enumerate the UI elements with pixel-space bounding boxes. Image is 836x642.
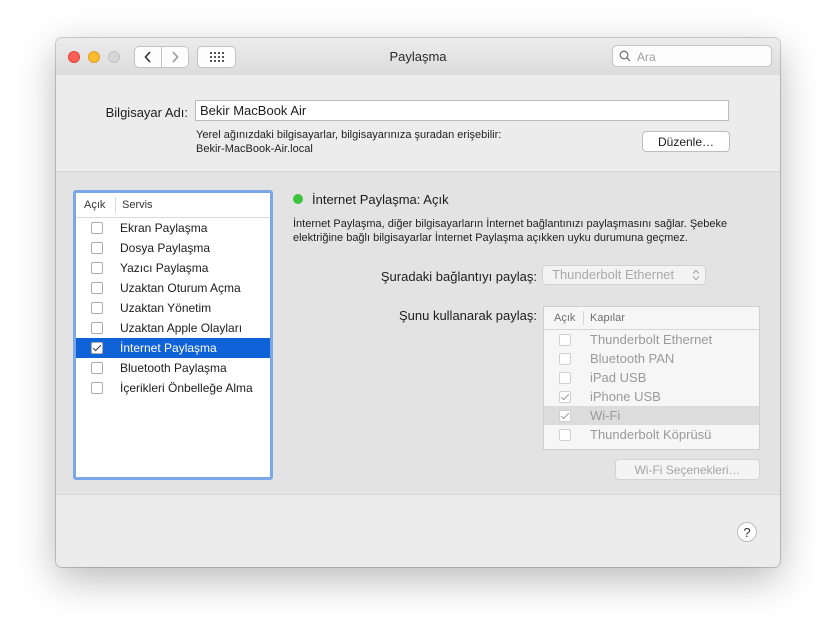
description-line: elektriğine bağlı bilgisayarlar İnternet… [293, 232, 688, 244]
port-checkbox[interactable] [559, 333, 571, 346]
service-label: Bluetooth Paylaşma [120, 361, 227, 375]
address-description-text: Yerel ağınızdaki bilgisayarlar, bilgisay… [196, 129, 502, 141]
computer-name-section: Bilgisayar Adı: Yerel ağınızdaki bilgisa… [56, 75, 780, 172]
port-checkbox[interactable] [559, 390, 571, 403]
port-checkbox[interactable] [559, 352, 571, 365]
service-row[interactable]: Ekran Paylaşma [76, 218, 270, 238]
port-row[interactable]: Thunderbolt Ethernet [544, 330, 759, 349]
port-checkbox[interactable] [559, 428, 571, 441]
service-checkbox[interactable] [91, 222, 103, 234]
port-label: Wi-Fi [590, 408, 621, 423]
share-using-label: Şunu kullanarak paylaş: [398, 308, 537, 323]
port-rows: Thunderbolt Ethernet Bluetooth PAN iPad US… [544, 330, 759, 444]
port-label: Bluetooth PAN [590, 351, 675, 366]
service-label: İçerikleri Önbelleğe Alma [120, 381, 253, 395]
service-row[interactable]: İçerikleri Önbelleğe Alma [76, 378, 270, 398]
service-checkbox[interactable] [91, 322, 103, 334]
port-row[interactable]: iPhone USB [544, 387, 759, 406]
share-from-label: Şuradaki bağlantıyı paylaş: [380, 269, 537, 284]
preferences-window: Paylaşma Bilgisayar Adı: Yerel ağınızdak… [56, 38, 780, 567]
up-down-arrows-icon [692, 269, 700, 281]
port-checkbox[interactable] [559, 409, 571, 422]
description-line: İnternet Paylaşma, diğer bilgisayarların… [293, 218, 728, 230]
ports-header-on: Açık [544, 311, 584, 325]
service-row[interactable]: Dosya Paylaşma [76, 238, 270, 258]
service-checkbox[interactable] [91, 342, 103, 354]
search-input[interactable] [635, 48, 769, 66]
edit-button[interactable]: Düzenle… [642, 131, 730, 152]
header-service: Servis [122, 199, 153, 211]
local-hostname: Bekir-MacBook-Air.local [196, 143, 313, 155]
port-row[interactable]: iPad USB [544, 368, 759, 387]
computer-address-description: Yerel ağınızdaki bilgisayarlar, bilgisay… [196, 128, 501, 156]
service-checkbox[interactable] [91, 362, 103, 374]
computer-name-label: Bilgisayar Adı: [105, 105, 188, 120]
port-row[interactable]: Thunderbolt Köprüsü [544, 425, 759, 444]
status-title: İnternet Paylaşma: Açık [312, 192, 449, 207]
port-label: iPhone USB [590, 389, 661, 404]
share-from-popup[interactable]: Thunderbolt Ethernet [542, 265, 706, 285]
service-checkbox[interactable] [91, 242, 103, 254]
title-bar: Paylaşma [56, 38, 780, 76]
service-label: Dosya Paylaşma [120, 241, 211, 255]
service-list[interactable]: Açık Servis Ekran Paylaşma Dosya Paylaşma… [73, 190, 273, 480]
ports-list[interactable]: Açık Kapılar Thunderbolt Ethernet Bluetoo… [543, 306, 760, 450]
service-label: İnternet Paylaşma [120, 341, 217, 355]
ports-list-header: Açık Kapılar [544, 307, 759, 330]
service-label: Uzaktan Apple Olayları [120, 321, 243, 335]
wifi-options-button[interactable]: Wi-Fi Seçenekleri… [615, 459, 760, 480]
service-list-header: Açık Servis [76, 193, 270, 218]
header-on: Açık [76, 197, 116, 213]
port-label: Thunderbolt Ethernet [590, 332, 713, 347]
port-row[interactable]: Wi-Fi [544, 406, 759, 425]
sharing-content: Açık Servis Ekran Paylaşma Dosya Paylaşma… [56, 172, 780, 495]
search-icon [619, 50, 631, 62]
computer-name-input[interactable] [195, 100, 729, 121]
service-row[interactable]: İnternet Paylaşma [76, 338, 270, 358]
service-description: İnternet Paylaşma, diğer bilgisayarların… [293, 217, 743, 245]
help-button[interactable]: ? [737, 522, 757, 542]
status-indicator [293, 194, 303, 204]
port-checkbox[interactable] [559, 371, 571, 384]
share-from-value: Thunderbolt Ethernet [552, 267, 675, 282]
ports-header-ports: Kapılar [590, 312, 625, 324]
search-field[interactable] [612, 45, 772, 67]
service-row[interactable]: Bluetooth Paylaşma [76, 358, 270, 378]
service-checkbox[interactable] [91, 382, 103, 394]
port-row[interactable]: Bluetooth PAN [544, 349, 759, 368]
port-label: Thunderbolt Köprüsü [590, 427, 712, 442]
port-label: iPad USB [590, 370, 647, 385]
service-label: Ekran Paylaşma [120, 221, 208, 235]
